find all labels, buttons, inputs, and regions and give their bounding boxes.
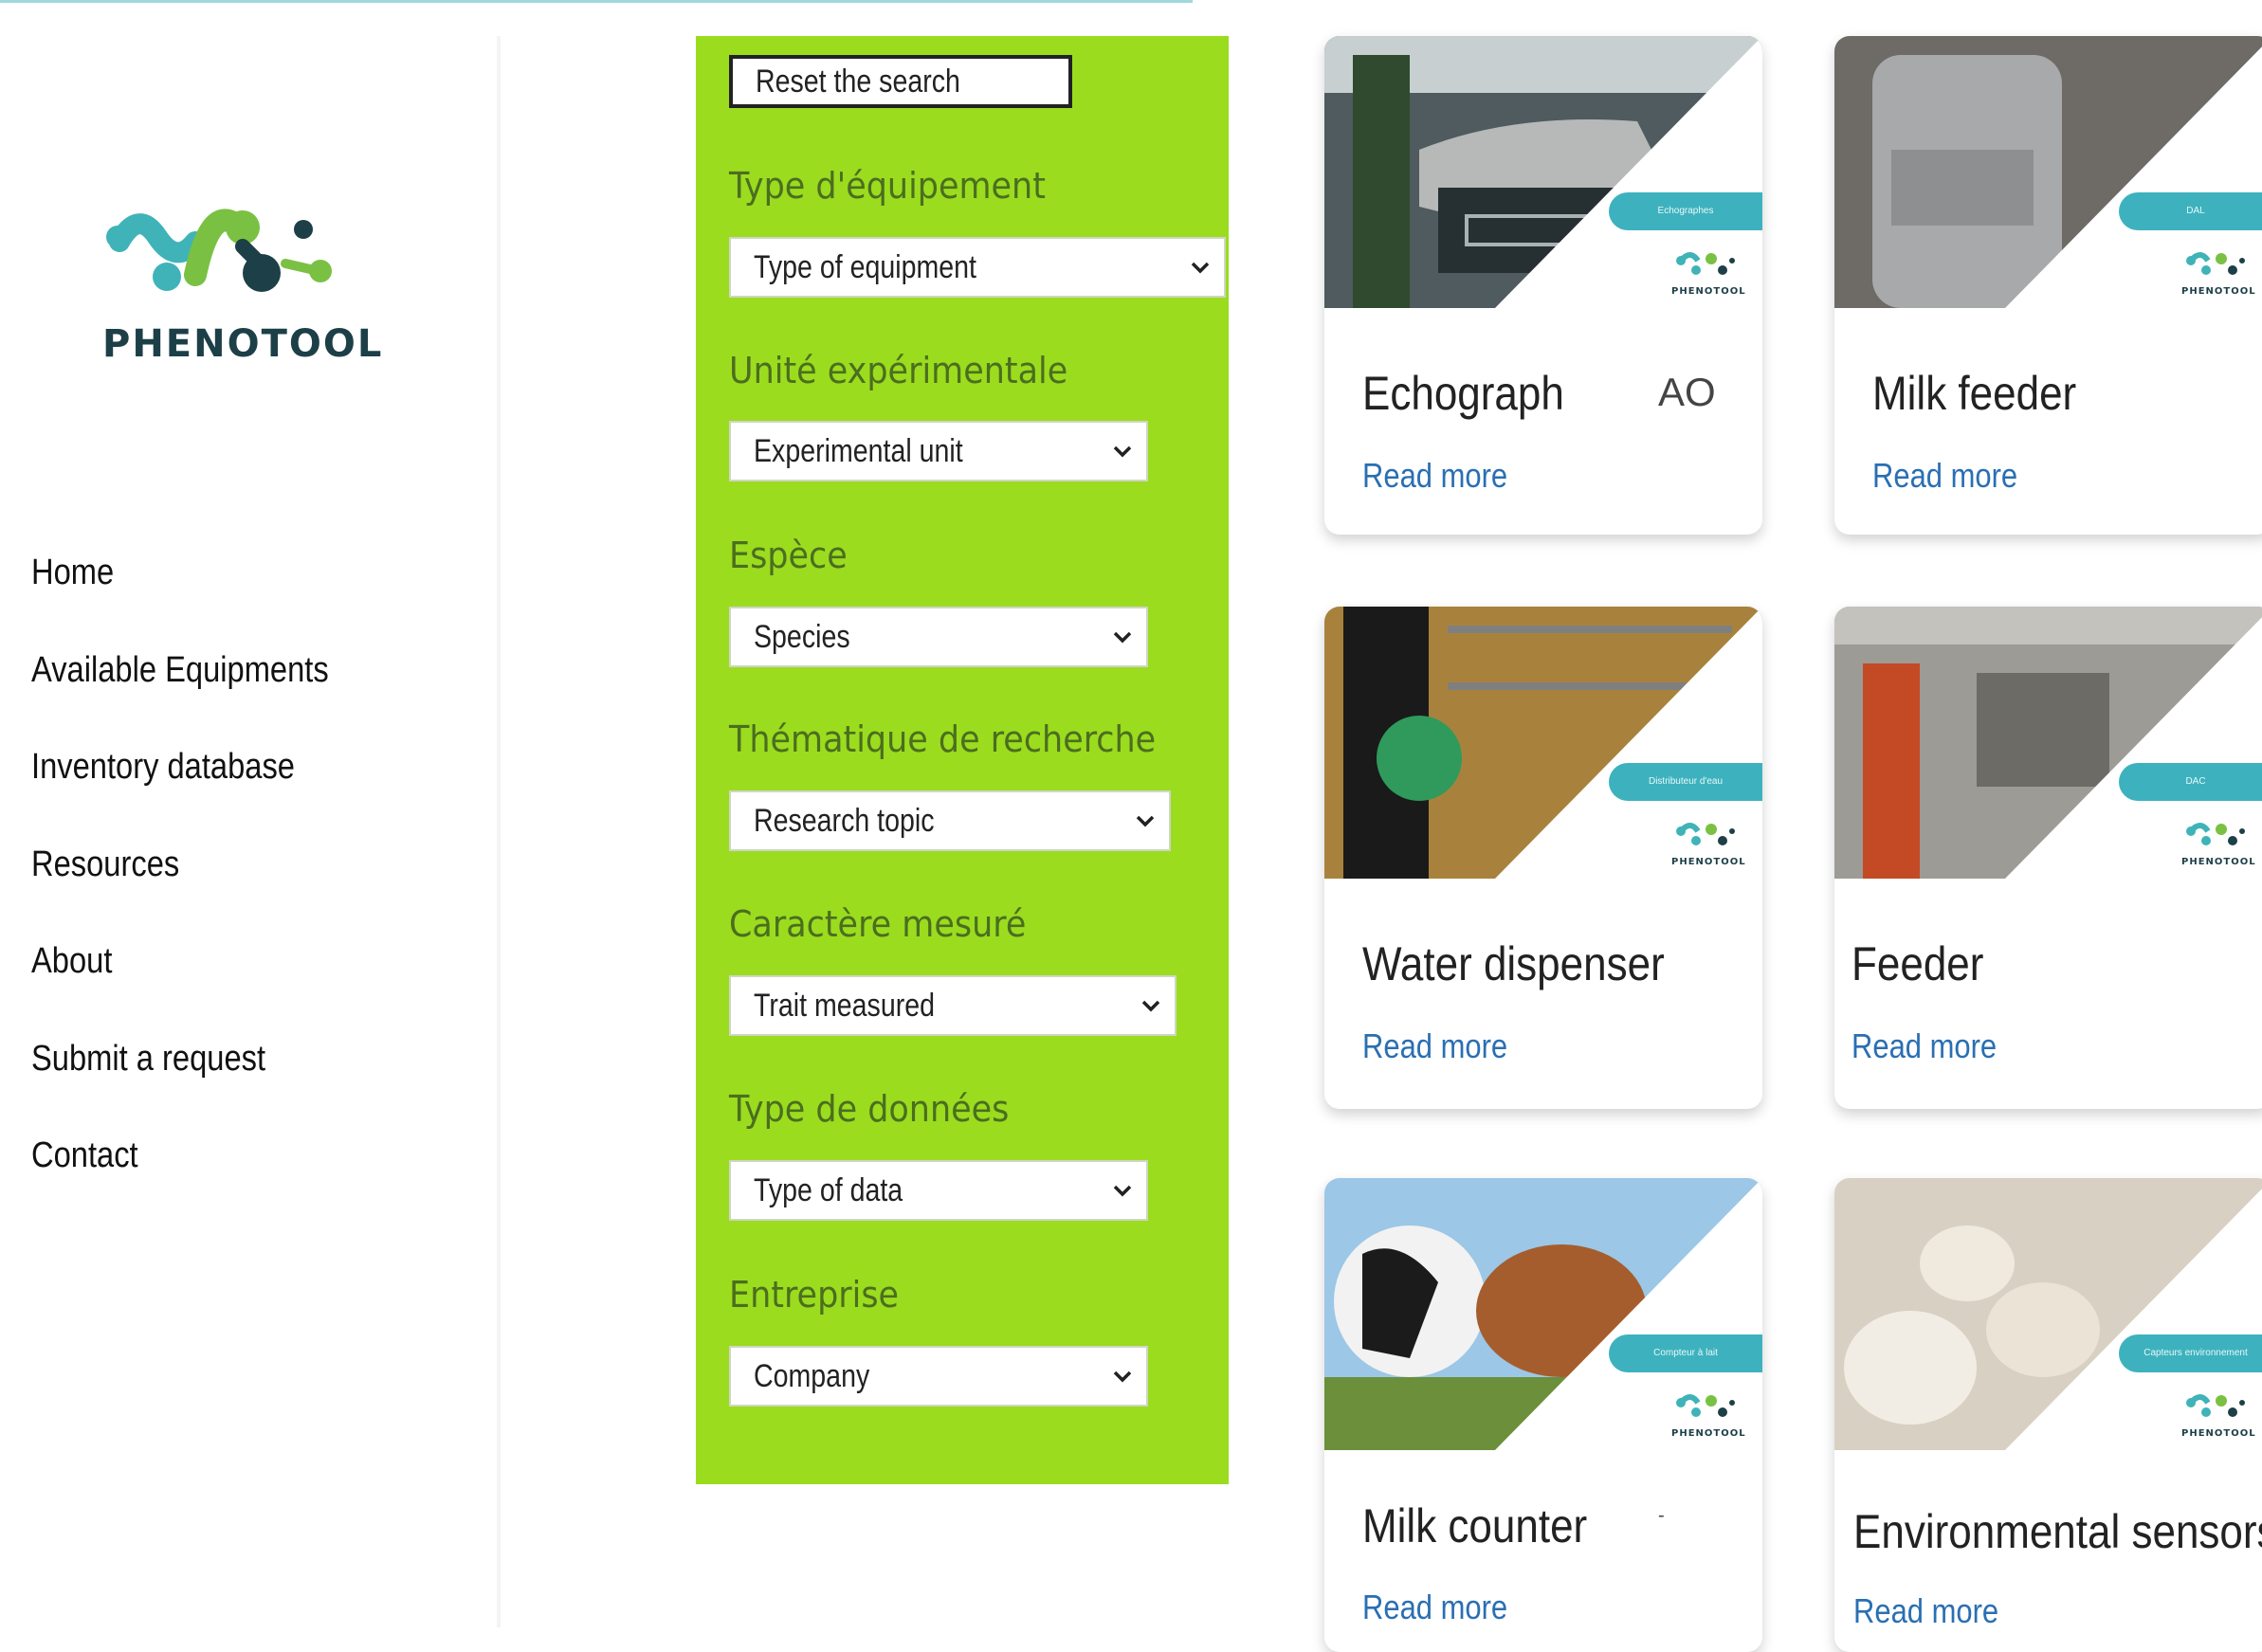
card-title: Feeder [1852,937,1984,990]
nav-item-contact[interactable]: Contact [31,1123,329,1221]
card-logo-wordmark: PHENOTOOL [2181,857,2256,867]
card-title: Echograph [1362,367,1564,420]
read-more-link[interactable]: Read more [1362,1588,1507,1627]
read-more-link[interactable]: Read more [1362,456,1507,496]
experimental-unit-select[interactable]: Experimental unit [729,421,1148,481]
equipment-card[interactable]: DAC PHENOTOOL Feeder Read more [1834,607,2262,1109]
card-title: Environmental sensors [1853,1505,2262,1558]
equipment-card[interactable]: Distributeur d'eau PHENOTOOL Water dispe… [1324,607,1762,1109]
equipment-card[interactable]: Echographes PHENOTOOL Echograph AO Read … [1324,36,1762,535]
phenotool-logo-icon [2186,252,2245,275]
species-select[interactable]: Species [729,607,1148,667]
chevron-down-icon [1113,1371,1132,1383]
filter-label-experimental-unit: Unité expérimentale [729,350,1068,391]
category-badge: Capteurs environnement [2119,1334,2262,1372]
nav-item-inventory-database[interactable]: Inventory database [31,735,329,832]
filter-label-company: Entreprise [729,1274,900,1316]
equipment-card[interactable]: DAL PHENOTOOL Milk feeder Read more [1834,36,2262,535]
nav-item-submit-request[interactable]: Submit a request [31,1026,329,1124]
trait-measured-select[interactable]: Trait measured [729,975,1177,1036]
category-badge: DAL [2119,192,2262,230]
chevron-down-icon [1113,445,1132,458]
category-badge: Compteur à lait [1609,1334,1762,1372]
chevron-down-icon [1191,262,1210,274]
category-badge: DAC [2119,763,2262,801]
top-progress-line [0,0,1193,3]
chevron-down-icon [1113,631,1132,644]
phenotool-logo-icon [106,209,332,292]
data-type-select[interactable]: Type of data [729,1160,1148,1221]
chevron-down-icon [1136,815,1155,827]
read-more-link[interactable]: Read more [1853,1591,1998,1631]
brand-name: PHENOTOOL [102,322,384,366]
read-more-link[interactable]: Read more [1362,1026,1507,1066]
phenotool-logo-icon [1676,252,1735,275]
nav-item-about[interactable]: About [31,929,329,1026]
research-topic-select[interactable]: Research topic [729,790,1171,851]
filter-panel: Reset the search Type d'équipement Type … [696,36,1229,1484]
reset-search-button[interactable]: Reset the search [729,55,1072,108]
company-select[interactable]: Company [729,1346,1148,1407]
filter-label-trait-measured: Caractère mesuré [729,903,1027,945]
category-badge: Distributeur d'eau [1609,763,1762,801]
chevron-down-icon [1141,1000,1160,1012]
filter-label-equipment-type: Type d'équipement [729,165,1046,207]
nav-item-home[interactable]: Home [31,540,329,638]
phenotool-logo-icon [1676,1394,1735,1417]
main-nav: Home Available Equipments Inventory data… [31,540,377,1221]
filter-label-species: Espèce [729,535,848,576]
card-logo-wordmark: PHENOTOOL [1671,857,1746,867]
sidebar: PHENOTOOL Home Available Equipments Inve… [0,36,499,1627]
sidebar-divider [497,36,501,1627]
category-badge: Echographes [1609,192,1762,230]
chevron-down-icon [1113,1185,1132,1197]
equipment-card[interactable]: Compteur à lait PHENOTOOL Milk counter -… [1324,1178,1762,1652]
filter-label-data-type: Type de données [729,1088,1010,1130]
phenotool-logo-icon [2186,823,2245,845]
card-overflow-text: - [1658,1505,1665,1526]
card-title: Milk counter [1362,1499,1588,1552]
card-title: Milk feeder [1872,367,2077,420]
nav-item-resources[interactable]: Resources [31,832,329,930]
phenotool-logo-icon [2186,1394,2245,1417]
filter-label-research-topic: Thématique de recherche [729,718,1157,760]
card-overflow-text: AO [1658,370,1716,414]
phenotool-logo[interactable]: PHENOTOOL [100,190,385,379]
phenotool-logo-icon [1676,823,1735,845]
card-logo-wordmark: PHENOTOOL [2181,1428,2256,1439]
read-more-link[interactable]: Read more [1872,456,2017,496]
card-logo-wordmark: PHENOTOOL [2181,286,2256,297]
equipment-card[interactable]: Capteurs environnement PHENOTOOL Environ… [1834,1178,2262,1652]
card-logo-wordmark: PHENOTOOL [1671,1428,1746,1439]
card-logo-wordmark: PHENOTOOL [1671,286,1746,297]
equipment-type-select[interactable]: Type of equipment [729,237,1226,298]
read-more-link[interactable]: Read more [1852,1026,1997,1066]
nav-item-available-equipments[interactable]: Available Equipments [31,638,329,735]
card-title: Water dispenser [1362,937,1665,990]
